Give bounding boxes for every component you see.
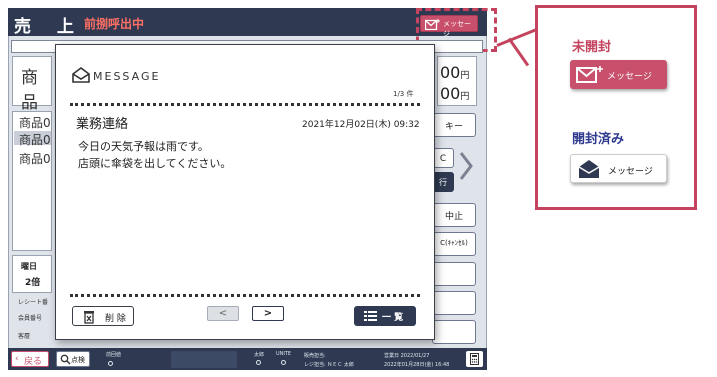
delete-button-label: 削 除 — [105, 314, 126, 324]
staff-label: 太郎 — [254, 352, 265, 358]
divider — [70, 294, 420, 297]
calculator-button[interactable] — [466, 351, 483, 367]
amount-panel: 00円 00円 — [437, 56, 477, 106]
status-dot — [281, 360, 286, 365]
back-button[interactable]: ‹ 戻る — [11, 351, 49, 367]
calculator-icon — [470, 353, 479, 365]
callout-connector — [507, 37, 530, 67]
list-item[interactable]: 商品0 — [19, 131, 51, 148]
sales-staff-label: 販売担当: — [304, 353, 326, 359]
clear-button[interactable]: C — [432, 148, 454, 168]
business-date: 営業日 2022/01/27 — [384, 353, 430, 359]
message-body-line: 店頭に傘袋を出してください。 — [78, 157, 232, 170]
amount-2: 00円 — [440, 84, 470, 103]
chevron-right-icon[interactable] — [458, 150, 474, 182]
blank-key[interactable] — [432, 320, 476, 344]
key-button[interactable]: キー — [432, 113, 476, 137]
message-list-button[interactable]: 一 覧 — [354, 306, 416, 326]
register-staff-label: レジ担当: ＮＥＣ 太郎 — [304, 362, 354, 368]
check-button[interactable]: 点検 — [56, 351, 90, 367]
cancel-transaction-button[interactable]: 中止 — [432, 203, 476, 227]
legend-unread-label: メッセージ — [607, 72, 652, 82]
product-list: 商品0 商品0 商品0 — [12, 111, 52, 251]
message-logo-text: MESSAGE — [93, 70, 161, 83]
status-dot — [108, 361, 113, 366]
legend-read-label: メッセージ — [608, 167, 653, 177]
next-message-button[interactable]: > — [252, 306, 284, 321]
product-header-panel: 商品 — [12, 56, 52, 113]
magnifier-icon — [60, 354, 71, 365]
customer-type-label: 客層 — [18, 333, 31, 340]
status-dot — [256, 360, 261, 365]
divider — [70, 103, 420, 106]
message-body-line: 今日の天気予報は雨です。 — [78, 140, 209, 153]
message-datetime: 2021年12月02日(木) 09:32 — [302, 120, 420, 130]
product-header-label: 商品 — [21, 68, 38, 113]
legend-unread-title: 未開封 — [572, 40, 612, 55]
list-icon — [364, 311, 377, 321]
unit-label: UNITE — [276, 351, 292, 357]
prev-value-label: 前回値 — [106, 352, 122, 358]
message-list-button-label: 一 覧 — [382, 313, 404, 323]
amount-1: 00円 — [440, 63, 470, 82]
message-subject: 業務連絡 — [76, 117, 129, 132]
receipt-number-label: レシート番 — [18, 299, 49, 306]
legend-unread-message-button: メッセージ — [570, 60, 667, 89]
blank-key[interactable] — [432, 291, 476, 315]
list-item[interactable]: 商品0 — [19, 114, 51, 131]
open-envelope-icon — [578, 160, 600, 178]
message-body: 今日の天気予報は雨です。 店頭に傘袋を出してください。 — [78, 138, 231, 172]
weekday-panel: 曜日 2倍 — [12, 255, 52, 293]
envelope-plus-icon — [576, 66, 603, 83]
legend-read-title: 開封済み — [572, 132, 625, 147]
current-datetime: 2022年01月28日(金) 16:48 — [384, 362, 450, 368]
blank-key[interactable] — [432, 262, 476, 286]
page-title: 売 上 — [14, 17, 84, 37]
point-multiplier: 2倍 — [25, 278, 41, 288]
weekday-label: 曜日 — [21, 262, 37, 271]
cancel-button[interactable]: C(ｷｬﾝｾﾙ) — [432, 232, 476, 256]
prev-message-button[interactable]: < — [207, 306, 239, 321]
delete-button[interactable]: 削 除 — [72, 306, 134, 326]
chevron-left-icon: ‹ — [15, 354, 19, 364]
info-field — [171, 351, 237, 368]
row-button[interactable]: 行 — [432, 172, 454, 192]
list-item[interactable]: 商品0 — [19, 150, 51, 167]
legend-read-message-button: メッセージ — [570, 154, 667, 183]
callout-connector — [496, 28, 537, 47]
trash-icon — [84, 311, 94, 324]
open-envelope-icon — [72, 67, 90, 83]
member-number-label: 会員番号 — [18, 315, 43, 322]
status-text: 前捌呼出中 — [84, 17, 145, 31]
message-page-count: 1/3 件 — [393, 90, 414, 98]
